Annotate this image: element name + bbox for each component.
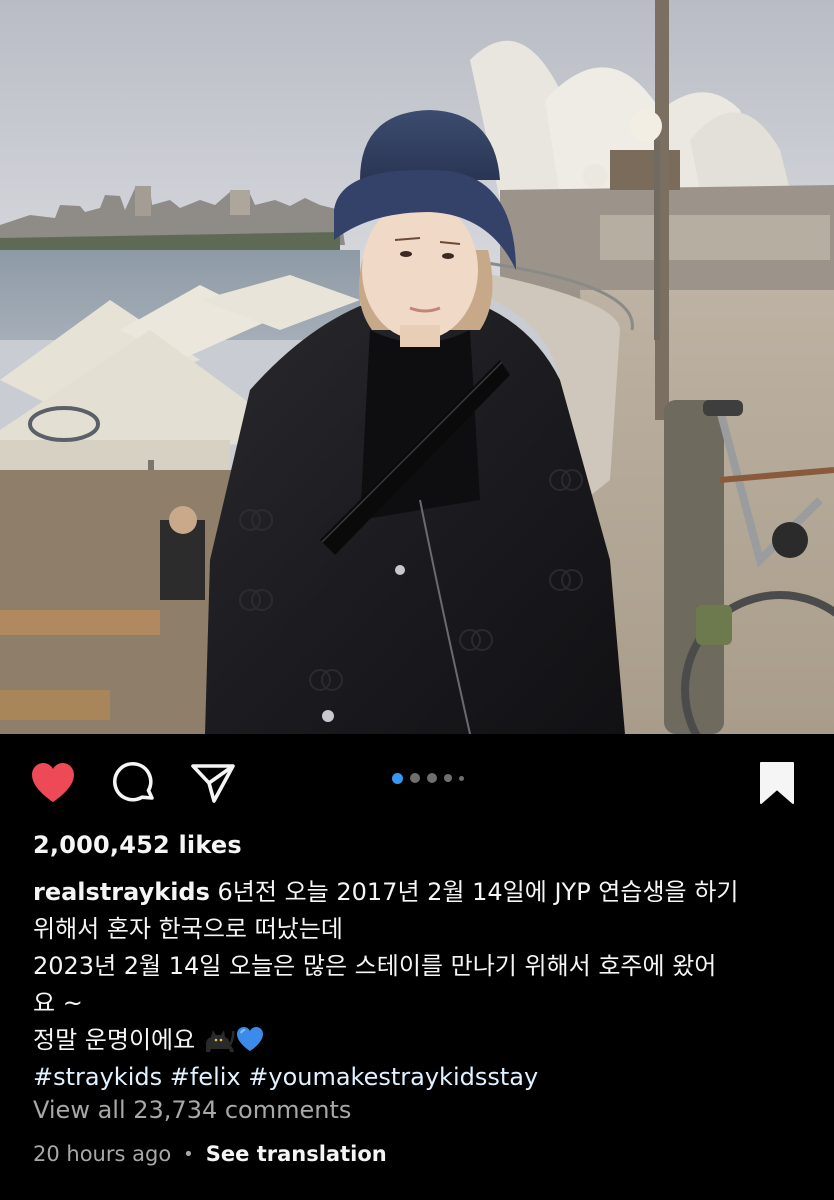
caption-text: 위해서 혼자 한국으로 떠났는데 [33, 915, 343, 943]
caption-text: 6년전 오늘 2017년 2월 14일에 JYP 연습생을 하기 [217, 878, 739, 906]
comment-button[interactable] [111, 760, 157, 806]
blue-heart-emoji [237, 1027, 264, 1051]
see-translation-link[interactable]: See translation [206, 1142, 387, 1166]
save-button[interactable] [754, 760, 800, 806]
meta-separator: • [183, 1143, 194, 1165]
caption-line: realstraykids 6년전 오늘 2017년 2월 14일에 JYP 연… [33, 874, 803, 911]
likes-count[interactable]: 2,000,452 likes [33, 831, 242, 859]
post-meta: 20 hours ago • See translation [33, 1142, 387, 1166]
hashtag-link[interactable]: #felix [170, 1063, 241, 1091]
hashtag-link[interactable]: #youmakestraykidsstay [248, 1063, 538, 1091]
paper-plane-icon [191, 764, 235, 803]
black-cat-emoji [206, 1030, 235, 1052]
post-action-bar [0, 734, 834, 830]
caption-username[interactable]: realstraykids [33, 878, 210, 906]
hashtag-link[interactable]: #straykids [33, 1063, 162, 1091]
post-caption: realstraykids 6년전 오늘 2017년 2월 14일에 JYP 연… [33, 874, 803, 1096]
caption-text: 요 ~ [33, 989, 83, 1017]
caption-line: 정말 운명이에요 [33, 1022, 803, 1059]
caption-hashtags: #straykids #felix #youmakestraykidsstay [33, 1059, 803, 1096]
post-photo[interactable] [0, 0, 834, 734]
comment-bubble-icon [112, 761, 154, 802]
carousel-dot[interactable] [459, 775, 464, 781]
bookmark-filled-icon [760, 762, 794, 804]
post-timestamp: 20 hours ago [33, 1142, 172, 1166]
carousel-dot[interactable] [444, 774, 452, 782]
heart-filled-icon [32, 763, 74, 802]
caption-text: 2023년 2월 14일 오늘은 많은 스테이를 만나기 위해서 호주에 왔어 [33, 952, 717, 980]
carousel-indicator [392, 772, 464, 784]
view-all-comments-link[interactable]: View all 23,734 comments [33, 1096, 351, 1124]
share-button[interactable] [190, 760, 236, 806]
caption-text: 정말 운명이에요 [33, 1026, 196, 1054]
like-button[interactable] [30, 760, 76, 806]
post-photo-illustration [0, 0, 834, 734]
carousel-dot[interactable] [427, 773, 437, 783]
carousel-dot-active[interactable] [392, 772, 403, 784]
carousel-dot[interactable] [410, 773, 420, 783]
